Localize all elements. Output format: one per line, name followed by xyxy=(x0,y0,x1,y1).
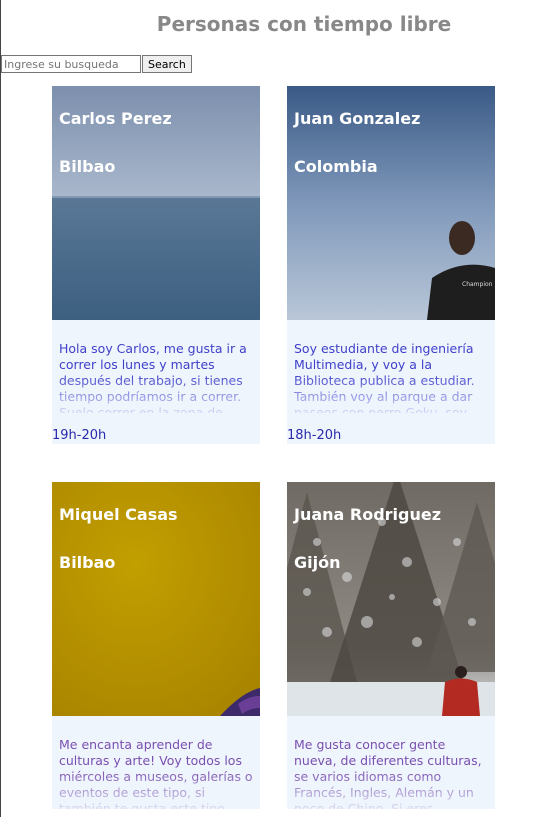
person-name: Miquel Casas xyxy=(59,505,178,524)
person-city: Bilbao xyxy=(59,553,116,572)
person-photo: Champion Juan Gonzalez Colombia xyxy=(287,86,495,320)
person-photo: Miquel Casas Bilbao xyxy=(52,482,260,716)
person-description: Me encanta aprender de culturas y arte! … xyxy=(59,737,253,809)
page-title: Personas con tiempo libre xyxy=(156,12,452,36)
person-photo: Carlos Perez Bilbao xyxy=(52,86,260,320)
person-city: Bilbao xyxy=(59,157,116,176)
search-bar: Search xyxy=(1,55,192,73)
person-name: Juana Rodriguez xyxy=(294,505,442,524)
person-description: Me gusta conocer gente nueva, de diferen… xyxy=(294,737,482,809)
svg-text:Champion: Champion xyxy=(462,281,493,288)
person-time: 19h-20h xyxy=(52,428,107,443)
person-city: Colombia xyxy=(294,157,378,176)
person-card[interactable]: Champion Juan Gonzalez Colombia Soy estu… xyxy=(287,86,495,444)
person-description: Hola soy Carlos, me gusta ir a correr lo… xyxy=(59,341,247,413)
person-card[interactable]: Miquel Casas Bilbao Me encanta aprender … xyxy=(52,482,260,809)
person-description: Soy estudiante de ingeniería Multimedia,… xyxy=(294,341,475,413)
person-card[interactable]: Carlos Perez Bilbao Hola soy Carlos, me … xyxy=(52,86,260,444)
person-card[interactable]: Juana Rodriguez Gijón Me gusta conocer g… xyxy=(287,482,495,809)
person-name: Juan Gonzalez xyxy=(294,109,421,128)
search-button[interactable]: Search xyxy=(142,55,192,73)
search-input[interactable] xyxy=(1,55,141,73)
person-name: Carlos Perez xyxy=(59,109,172,128)
person-time: 18h-20h xyxy=(287,428,342,443)
person-city: Gijón xyxy=(294,553,341,572)
person-photo: Juana Rodriguez Gijón xyxy=(287,482,495,716)
